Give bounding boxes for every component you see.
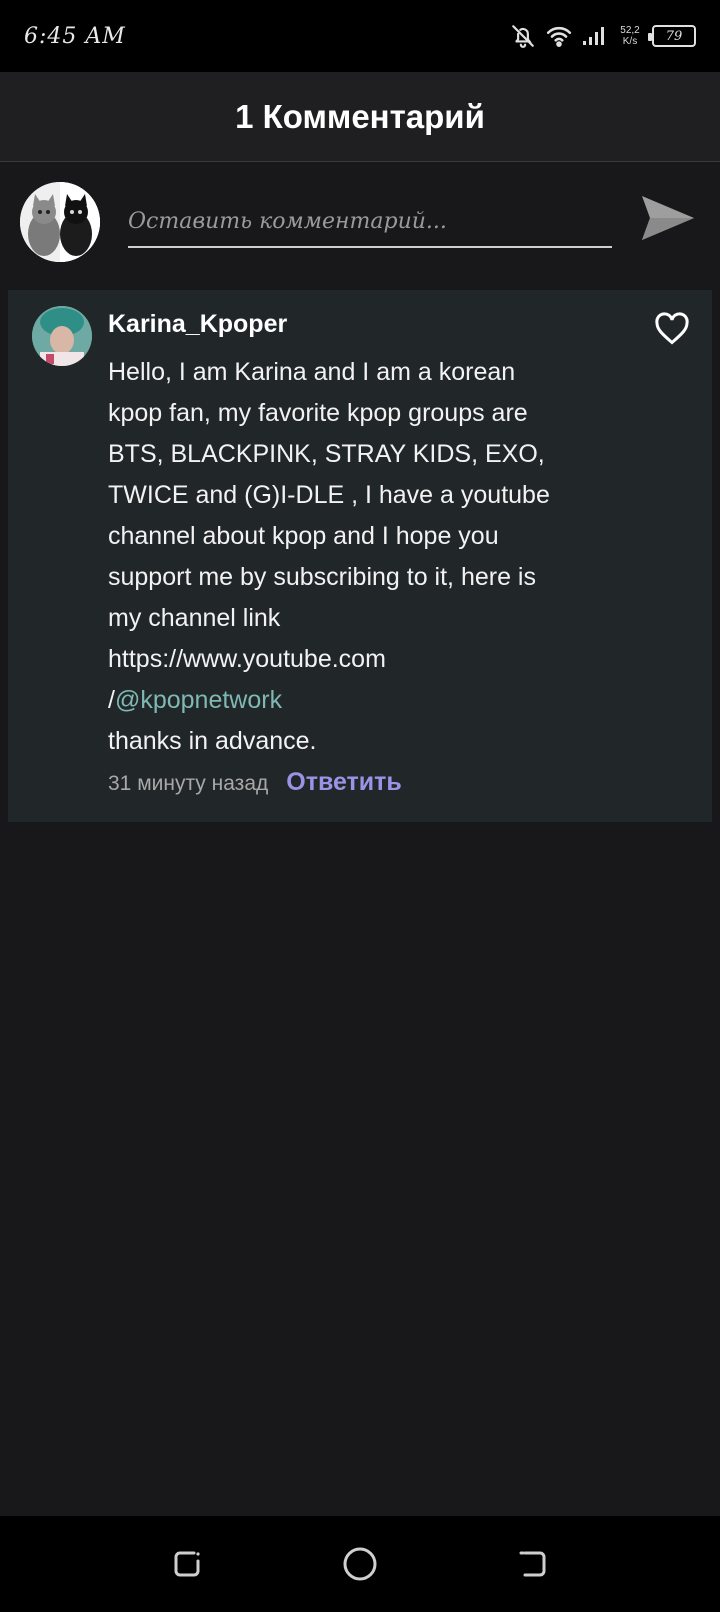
reply-button[interactable]: Ответить: [286, 768, 402, 797]
signal-icon: [582, 25, 608, 47]
comment-line: kpop fan, my favorite kpop groups are: [108, 399, 528, 427]
network-speed-value: 52,2: [620, 25, 640, 36]
home-button[interactable]: [330, 1534, 390, 1594]
mention-prefix: /: [108, 686, 115, 714]
page-title: 1 Комментарий: [235, 97, 485, 135]
back-button[interactable]: [503, 1534, 563, 1594]
bell-off-icon: [510, 23, 536, 49]
comment-mention-line: /@kpopnetwork: [108, 680, 578, 721]
wifi-icon: [546, 25, 572, 47]
comment-line: thanks in advance.: [108, 727, 317, 755]
comment-text: Hello, I am Karina and I am a korean kpo…: [108, 352, 578, 762]
comment-line: channel about kpop and I hope you: [108, 522, 499, 550]
status-icons: 52,2 K/s 79: [510, 23, 696, 49]
like-button[interactable]: [654, 312, 694, 348]
comment-author[interactable]: Karina_Kpoper: [108, 310, 287, 339]
status-bar: 6:45 AM 52,2 K/s 79: [0, 0, 720, 72]
comment-item: Karina_Kpoper Hello, I am Karina and I a…: [8, 290, 712, 822]
back-icon: [519, 1551, 546, 1577]
recent-apps-icon: [174, 1551, 200, 1577]
send-icon: [642, 196, 694, 240]
battery-level: 79: [665, 28, 683, 44]
comment-link-line: https://www.youtube.com: [108, 645, 386, 673]
comment-input-field: [128, 196, 612, 248]
comment-timestamp: 31 минуту назад: [108, 772, 269, 795]
comment-meta: 31 минуту назад Ответить: [108, 768, 402, 797]
comment-line: Hello, I am Karina and I am a korean: [108, 358, 516, 386]
recent-apps-button[interactable]: [157, 1534, 217, 1594]
mention-link[interactable]: @kpopnetwork: [115, 686, 282, 714]
network-speed-unit: K/s: [622, 36, 638, 47]
network-speed: 52,2 K/s: [618, 25, 642, 47]
status-time: 6:45 AM: [24, 23, 126, 49]
comment-input[interactable]: [128, 196, 612, 246]
comment-line: support me by subscribing to it, here is: [108, 563, 536, 591]
avatar[interactable]: [20, 182, 100, 262]
avatar[interactable]: [32, 306, 92, 366]
home-icon: [343, 1547, 377, 1581]
system-nav-bar: [0, 1516, 720, 1612]
comments-header: 1 Комментарий: [0, 72, 720, 162]
comment-line: TWICE and (G)I-DLE , I have a youtube: [108, 481, 550, 509]
battery-icon: 79: [648, 25, 696, 47]
comment-line: my channel link: [108, 604, 281, 632]
heart-icon: [655, 312, 689, 345]
send-button[interactable]: [636, 188, 700, 248]
comment-composer: [0, 162, 720, 278]
comment-line: BTS, BLACKPINK, STRAY KIDS, EXO,: [108, 440, 545, 468]
